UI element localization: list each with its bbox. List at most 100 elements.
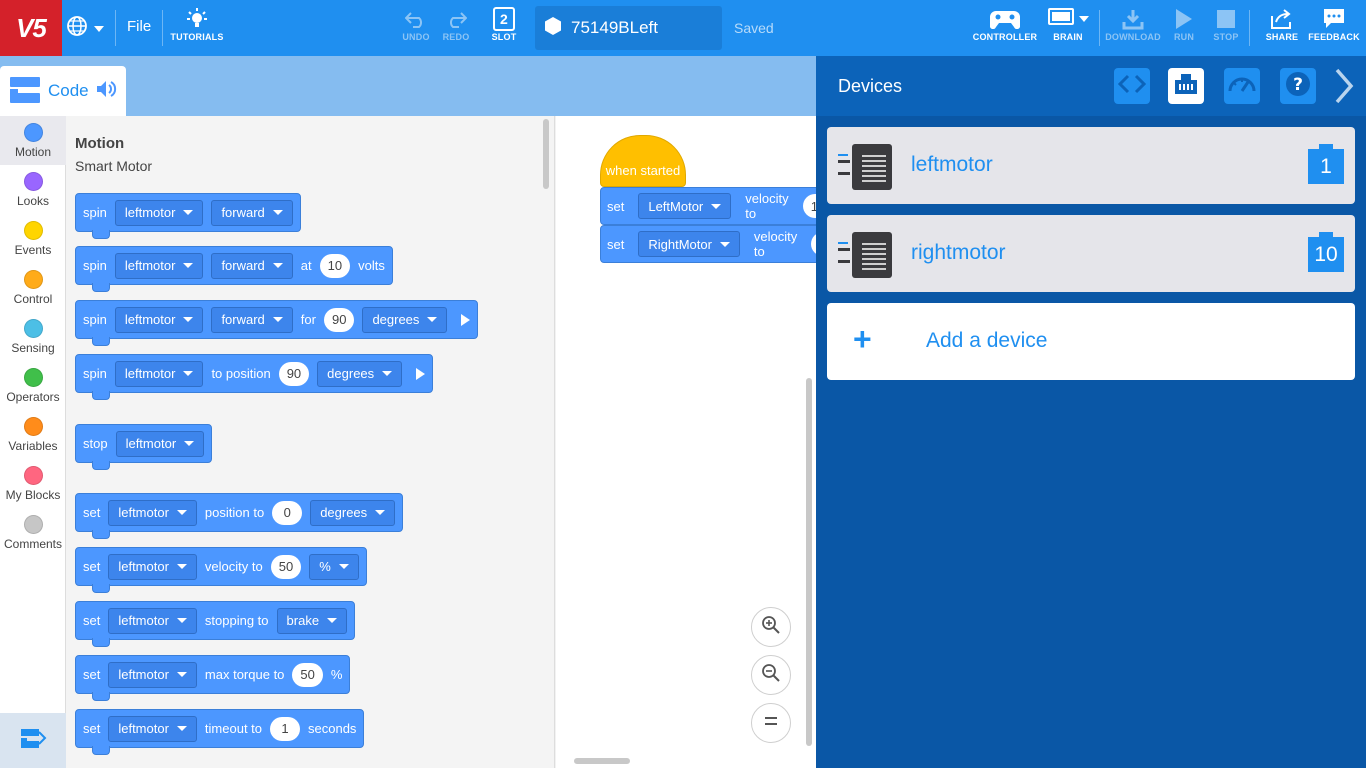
device-dropdown[interactable]: RightMotor: [638, 231, 740, 257]
device-card-rightmotor[interactable]: rightmotor 10: [827, 215, 1355, 292]
category-motion[interactable]: Motion: [0, 116, 66, 165]
unit-dropdown[interactable]: %: [309, 553, 359, 580]
expand-arrow-icon[interactable]: [416, 367, 426, 380]
category-motion-dot: [23, 122, 43, 142]
workspace-set-velocity-block[interactable]: set LeftMotor velocity to 10: [600, 187, 816, 225]
brain-button[interactable]: BRAIN: [1042, 6, 1094, 50]
when-started-block[interactable]: when started: [600, 135, 686, 187]
value-input[interactable]: 10: [319, 253, 351, 278]
category-my-blocks[interactable]: My Blocks: [0, 459, 66, 508]
unit-dropdown[interactable]: degrees: [310, 499, 396, 526]
language-menu[interactable]: [66, 14, 108, 42]
block-stop[interactable]: stop leftmotor: [75, 424, 213, 470]
device-dropdown[interactable]: leftmotor: [115, 430, 205, 457]
category-comments[interactable]: Comments: [0, 508, 66, 557]
block-spin-for[interactable]: spin leftmotor forward for 90 degrees: [75, 300, 479, 346]
device-dropdown[interactable]: LeftMotor: [638, 193, 732, 219]
redo-button[interactable]: REDO: [438, 6, 474, 50]
unit-dropdown[interactable]: degrees: [317, 360, 403, 387]
project-name-field[interactable]: 75149BLeft: [535, 6, 722, 50]
category-my-blocks-label: My Blocks: [5, 487, 61, 502]
speaker-icon[interactable]: [96, 80, 117, 103]
direction-dropdown[interactable]: forward: [211, 306, 293, 333]
zoom-reset-button[interactable]: [751, 703, 791, 743]
dashboard-button[interactable]: [1224, 68, 1260, 104]
value-input[interactable]: 10: [803, 194, 816, 218]
code-workspace[interactable]: when started set LeftMotor velocity to 1…: [556, 116, 816, 768]
devices-view-button[interactable]: [1168, 68, 1204, 104]
device-dropdown[interactable]: leftmotor: [108, 499, 197, 526]
devices-header: Devices ?: [816, 56, 1366, 116]
block-set-velocity[interactable]: set leftmotor velocity to 50 %: [75, 547, 367, 593]
tutorials-button[interactable]: TUTORIALS: [170, 6, 224, 50]
play-icon: [1175, 6, 1193, 32]
share-button[interactable]: SHARE: [1262, 6, 1302, 50]
extensions-button[interactable]: [0, 713, 66, 768]
block-set-timeout[interactable]: set leftmotor timeout to 1 seconds: [75, 709, 365, 755]
blocks-icon: [10, 75, 40, 108]
add-device-button[interactable]: + Add a device: [827, 303, 1355, 380]
brake-mode-dropdown[interactable]: brake: [276, 607, 348, 634]
value-input[interactable]: 50: [270, 554, 302, 579]
device-dropdown[interactable]: leftmotor: [108, 607, 197, 634]
category-sensing[interactable]: Sensing: [0, 312, 66, 361]
port-badge: 1: [1308, 144, 1344, 184]
undo-button[interactable]: UNDO: [398, 6, 434, 50]
zoom-out-button[interactable]: [751, 655, 791, 695]
palette-scrollbar[interactable]: [543, 119, 549, 189]
category-events[interactable]: Events: [0, 214, 66, 263]
device-dropdown[interactable]: leftmotor: [114, 306, 204, 333]
help-button[interactable]: ?: [1280, 68, 1316, 104]
workspace-set-velocity-block[interactable]: set RightMotor velocity to 1: [600, 225, 816, 263]
download-button[interactable]: DOWNLOAD: [1104, 6, 1162, 50]
stop-icon: [1216, 6, 1236, 32]
value-input[interactable]: 0: [272, 500, 303, 525]
direction-dropdown[interactable]: forward: [211, 252, 293, 279]
slot-button[interactable]: 2 SLOT: [486, 6, 522, 50]
category-looks[interactable]: Looks: [0, 165, 66, 214]
device-card-leftmotor[interactable]: leftmotor 1: [827, 127, 1355, 204]
value-input[interactable]: 90: [278, 361, 310, 386]
block-set-max-torque[interactable]: set leftmotor max torque to 50 %: [75, 655, 351, 701]
zoom-in-button[interactable]: [751, 607, 791, 647]
block-spin-to-position[interactable]: spin leftmotor to position 90 degrees: [75, 354, 434, 400]
toolbar-divider: [162, 10, 163, 46]
expand-arrow-icon[interactable]: [461, 313, 471, 326]
block-spin-volts[interactable]: spin leftmotor forward at 10 volts: [75, 246, 393, 292]
gauge-icon: [1228, 73, 1256, 100]
caret-down-icon: [272, 317, 283, 322]
feedback-button[interactable]: FEEDBACK: [1308, 6, 1360, 50]
device-dropdown[interactable]: leftmotor: [114, 252, 204, 279]
block-set-stopping[interactable]: set leftmotor stopping to brake: [75, 601, 356, 647]
controller-button[interactable]: CONTROLLER: [973, 6, 1037, 50]
unit-dropdown[interactable]: degrees: [362, 306, 448, 333]
device-dropdown[interactable]: leftmotor: [108, 661, 197, 688]
value-input[interactable]: 90: [323, 307, 355, 332]
tab-code[interactable]: Code: [0, 66, 126, 116]
category-operators[interactable]: Operators: [0, 361, 66, 410]
workspace-horizontal-scrollbar[interactable]: [574, 758, 630, 764]
device-dropdown[interactable]: leftmotor: [114, 199, 204, 226]
caret-down-icon: [427, 317, 438, 322]
value-input[interactable]: 50: [292, 662, 323, 687]
block-verb: set: [83, 559, 101, 574]
device-dropdown[interactable]: leftmotor: [114, 360, 204, 387]
code-view-button[interactable]: [1114, 68, 1150, 104]
device-dropdown[interactable]: leftmotor: [108, 553, 197, 580]
chevron-down-icon: [1078, 14, 1089, 24]
category-control[interactable]: Control: [0, 263, 66, 312]
stop-button[interactable]: STOP: [1209, 6, 1243, 50]
category-variables[interactable]: Variables: [0, 410, 66, 459]
value-input[interactable]: 1: [270, 716, 301, 741]
device-dropdown[interactable]: leftmotor: [108, 715, 197, 742]
file-menu[interactable]: File: [127, 18, 151, 35]
block-spin[interactable]: spin leftmotor forward: [75, 193, 301, 239]
collapse-panel-button[interactable]: [1334, 68, 1354, 109]
globe-icon: [66, 15, 88, 42]
block-set-position[interactable]: set leftmotor position to 0 degrees: [75, 493, 404, 539]
direction-dropdown[interactable]: forward: [211, 199, 293, 226]
run-button[interactable]: RUN: [1168, 6, 1200, 50]
top-toolbar: V5 File TUTORIALS UNDO REDO 2 SLOT 75149…: [0, 0, 1366, 56]
block-verb: spin: [83, 312, 107, 327]
workspace-vertical-scrollbar[interactable]: [806, 378, 812, 746]
